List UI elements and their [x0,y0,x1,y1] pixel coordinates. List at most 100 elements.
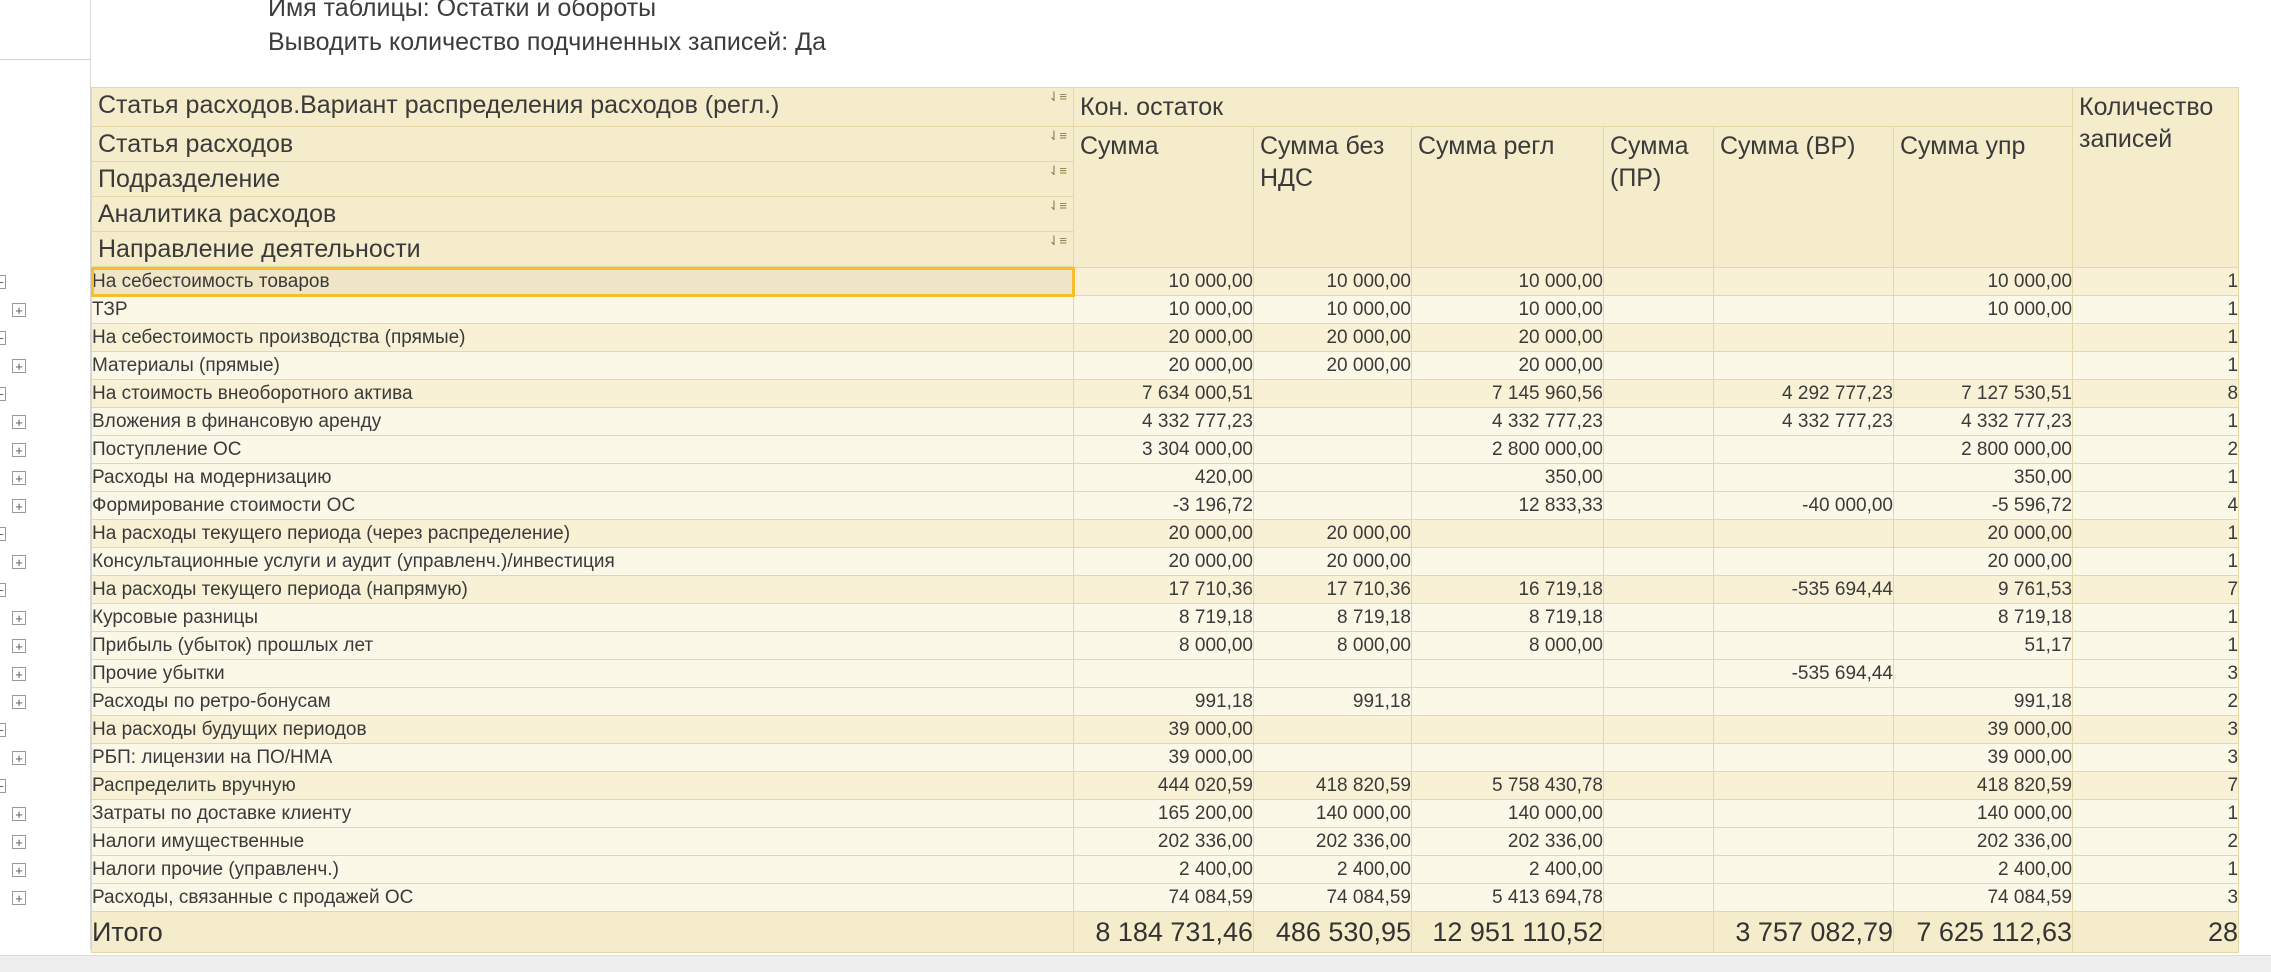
expand-icon[interactable]: + [12,610,26,625]
value-cell: 2 400,00 [1892,855,2074,884]
total-cell: 3 757 082,79 [1713,911,1894,953]
collapse-icon[interactable]: − [0,330,6,345]
expand-icon[interactable]: + [12,750,26,765]
value-cell: 51,17 [1892,631,2074,660]
expand-icon[interactable]: + [12,834,26,849]
count-cell: 1 [2072,519,2240,548]
detail-row[interactable]: Расходы, связанные с продажей ОС 74 084,5… [91,883,2240,912]
expand-icon[interactable]: + [12,890,26,905]
column-header-sum-vr[interactable]: Сумма (ВР) [1713,126,1894,268]
value-cell [1713,267,1894,296]
detail-row[interactable]: РБП: лицензии на ПО/НМА 39 000,00 39 000,0… [91,743,2240,772]
value-cell: 8 719,18 [1411,603,1604,632]
column-header-sum-pr[interactable]: Сумма (ПР) [1603,126,1714,268]
expand-icon[interactable]: + [12,414,26,429]
value-cell: 20 000,00 [1253,519,1412,548]
collapse-icon[interactable]: − [0,778,6,793]
value-cell [1603,799,1714,828]
expand-icon[interactable]: + [12,638,26,653]
column-group-title[interactable]: Кон. остаток [1072,87,2074,127]
group-row[interactable]: Распределить вручную 444 020,59 418 820,59… [91,771,2240,800]
detail-row[interactable]: ТЗР 10 000,00 10 000,00 10 000,00 10 000,00 1 [91,295,2240,324]
sort-icon[interactable]: ⇃≡ [1049,199,1067,212]
detail-row[interactable]: Расходы по ретро-бонусам 991,18 991,18 991,… [91,687,2240,716]
expand-icon[interactable]: + [12,302,26,317]
expand-icon[interactable]: + [12,806,26,821]
value-cell: 74 084,59 [1253,883,1412,912]
grouping-header-2[interactable]: Подразделение ⇃≡ [91,161,1074,197]
value-cell: 10 000,00 [1892,295,2074,324]
expand-icon[interactable]: + [12,666,26,681]
grouping-header-4[interactable]: Направление деятельности ⇃≡ [91,231,1074,267]
value-cell [1603,323,1714,352]
detail-row[interactable]: Курсовые разницы 8 719,18 8 719,18 8 719,18… [91,603,2240,632]
group-row[interactable]: На себестоимость товаров 10 000,00 10 000,… [90,266,2240,297]
detail-row[interactable]: Формирование стоимости ОС -3 196,72 12 833… [91,491,2240,520]
group-row[interactable]: На расходы текущего периода (через распр… [91,519,2240,548]
column-header-sum-regl[interactable]: Сумма регл [1411,126,1604,268]
expand-icon[interactable]: + [12,862,26,877]
value-cell [1603,659,1714,688]
horizontal-scrollbar[interactable] [0,955,2271,972]
row-label: На себестоимость товаров [90,266,1075,297]
value-cell [1253,715,1412,744]
value-cell [1603,687,1714,716]
collapse-icon[interactable]: − [0,722,6,737]
detail-row[interactable]: Налоги имущественные 202 336,00 202 336,00… [91,827,2240,856]
collapse-icon[interactable]: − [0,386,6,401]
expand-icon[interactable]: + [12,470,26,485]
detail-row[interactable]: Поступление ОС 3 304 000,00 2 800 000,00 2 … [91,435,2240,464]
detail-row[interactable]: Налоги прочие (управленч.) 2 400,00 2 400,… [91,855,2240,884]
expand-icon[interactable]: + [12,498,26,513]
expand-icon[interactable]: + [12,442,26,457]
value-cell [1713,855,1894,884]
sort-icon[interactable]: ⇃≡ [1049,234,1067,247]
collapse-icon[interactable]: − [0,526,6,541]
detail-row[interactable]: Консультационные услуги и аудит (управле… [91,547,2240,576]
count-cell: 1 [2072,323,2240,352]
grouping-header-0[interactable]: Статья расходов.Вариант распределения ра… [91,87,1074,127]
detail-row[interactable]: Прибыль (убыток) прошлых лет 8 000,00 8 00… [91,631,2240,660]
value-cell [1411,659,1604,688]
expand-icon[interactable]: + [12,554,26,569]
sort-icon[interactable]: ⇃≡ [1049,129,1067,142]
expand-icon[interactable]: + [12,694,26,709]
row-label: Налоги имущественные [91,827,1074,856]
value-cell: 74 084,59 [1892,883,2074,912]
value-cell [1603,519,1714,548]
group-row[interactable]: На расходы текущего периода (напрямую) 17… [91,575,2240,604]
column-header-sum[interactable]: Сумма [1073,126,1254,268]
detail-row[interactable]: Прочие убытки -535 694,44 3 [91,659,2240,688]
collapse-icon[interactable]: − [0,582,6,597]
value-cell [1253,435,1412,464]
column-header-sum-no-vat[interactable]: Сумма без НДС [1253,126,1412,268]
collapse-icon[interactable]: − [0,274,6,289]
value-cell [1073,659,1254,688]
sort-icon[interactable]: ⇃≡ [1049,90,1067,103]
column-header-count[interactable]: Количество записей [2072,87,2240,268]
value-cell: 39 000,00 [1892,715,2074,744]
group-row[interactable]: На расходы будущих периодов 39 000,00 39 0… [91,715,2240,744]
value-cell: 4 292 777,23 [1713,379,1894,408]
value-cell: 10 000,00 [1253,295,1412,324]
total-row[interactable]: Итого 8 184 731,46 486 530,95 12 951 110… [91,911,2240,953]
grouping-label: Статья расходов.Вариант распределения ра… [98,91,780,119]
column-header-sum-upr[interactable]: Сумма упр [1892,126,2074,268]
grouping-header-3[interactable]: Аналитика расходов ⇃≡ [91,196,1074,232]
value-cell: -535 694,44 [1713,659,1894,688]
value-cell [1603,491,1714,520]
value-cell: 7 127 530,51 [1892,379,2074,408]
value-cell [1713,351,1894,380]
value-cell [1603,407,1714,436]
total-cell: 486 530,95 [1253,911,1412,953]
group-row[interactable]: На себестоимость производства (прямые) 20… [91,323,2240,352]
detail-row[interactable]: Вложения в финансовую аренду 4 332 777,23… [91,407,2240,436]
expand-icon[interactable]: + [12,358,26,373]
detail-row[interactable]: Расходы на модернизацию 420,00 350,00 350,0… [91,463,2240,492]
grouping-header-1[interactable]: Статья расходов ⇃≡ [91,126,1074,162]
detail-row[interactable]: Затраты по доставке клиенту 165 200,00 140… [91,799,2240,828]
value-cell [1603,295,1714,324]
sort-icon[interactable]: ⇃≡ [1049,164,1067,177]
group-row[interactable]: На стоимость внеоборотного актива 7 634 0… [91,379,2240,408]
detail-row[interactable]: Материалы (прямые) 20 000,00 20 000,00 20 0… [91,351,2240,380]
